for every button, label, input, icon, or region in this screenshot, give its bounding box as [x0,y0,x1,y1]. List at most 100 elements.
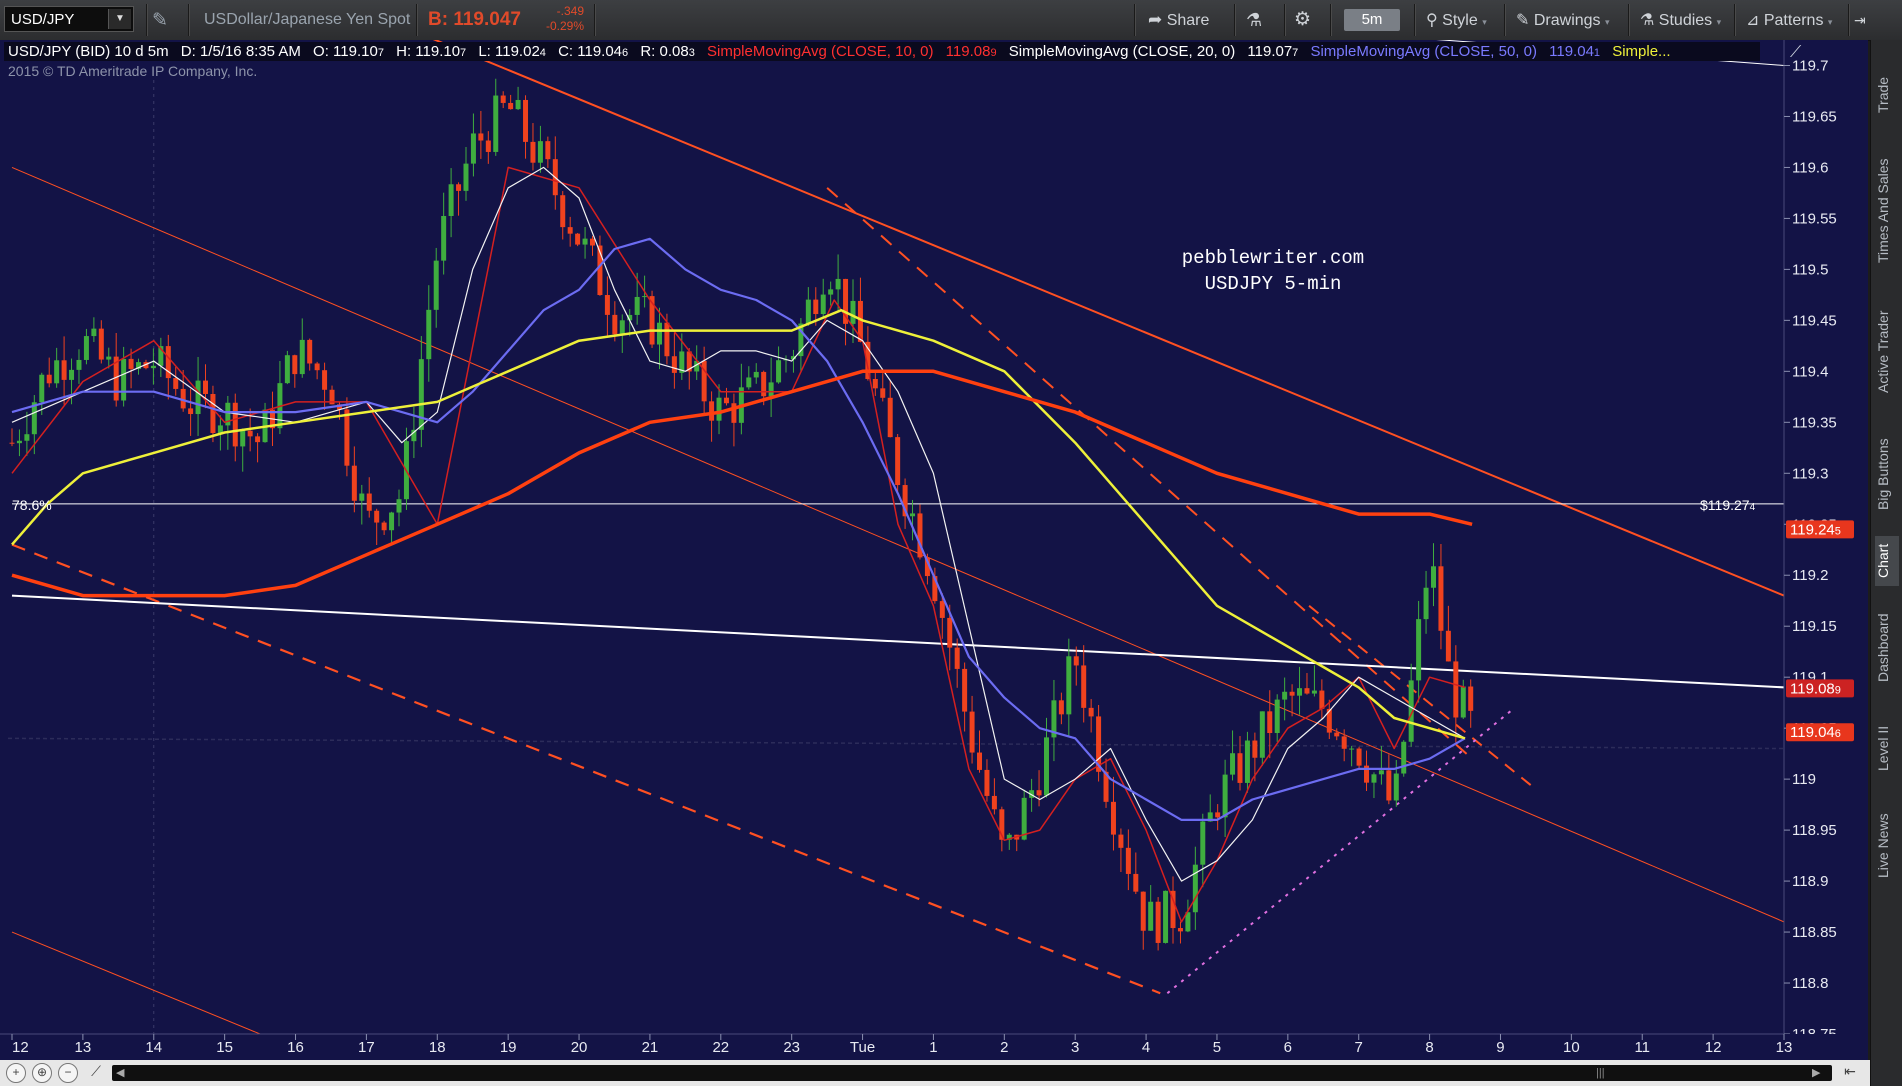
candle-down [344,409,350,466]
candle-up [16,440,22,444]
sma20-label[interactable]: SimpleMovingAvg (CLOSE, 20, 0) [1009,43,1236,60]
separator [1330,4,1332,36]
header-date: D: 1/5/16 8:35 AM [181,43,301,60]
sma10-value: 119.08 [946,43,991,60]
candle-down [485,140,491,152]
separator [1628,4,1630,36]
candle-down [880,388,886,398]
drawings-button[interactable]: ✎ Drawings ▾ [1516,10,1610,30]
price-tag-value: 119.04 [1790,724,1835,741]
candle-up [448,184,454,216]
side-tab-trade[interactable]: Trade [1875,60,1899,130]
y-tick-label: 119.4 [1792,363,1828,380]
candle-down [545,141,551,160]
header-low: L: 119.02 [478,43,539,60]
candle-down [1215,812,1221,818]
style-button[interactable]: ⚲ Style ▾ [1426,10,1487,30]
symbol-dropdown-icon[interactable]: ▼ [108,9,131,29]
candle-up [642,296,648,298]
candle-up [83,336,89,360]
side-tab-chart[interactable]: Chart [1875,536,1899,586]
candle-down [664,322,670,357]
sma10-label[interactable]: SimpleMovingAvg (CLOSE, 10, 0) [707,43,934,60]
link-icon[interactable]: ✎ [152,9,168,32]
candle-down [456,184,462,191]
candle-up [284,355,290,384]
timeframe-selector[interactable]: 5m [1344,9,1400,31]
scroll-left-icon[interactable]: ◀ [116,1065,124,1081]
sma50-label[interactable]: SimpleMovingAvg (CLOSE, 50, 0) [1310,43,1537,60]
header-range-small: 3 [689,47,695,59]
symbol-selector[interactable]: USD/JPY ▼ [4,6,134,32]
candle-up [359,493,365,501]
sma-more-label[interactable]: Simple... [1612,43,1670,60]
side-tab-live-news[interactable]: Live News [1875,796,1899,896]
y-tick-label: 119.35 [1792,414,1837,431]
x-tick-label: 18 [429,1039,446,1056]
x-tick-label: 23 [783,1039,800,1056]
patterns-button[interactable]: ⊿ Patterns ▾ [1746,10,1832,30]
share-button[interactable]: ➦ Share [1148,10,1209,30]
scroll-thumb-grip-icon[interactable]: ||| [1596,1065,1605,1081]
candle-down [128,358,134,369]
x-tick-label: 20 [571,1039,588,1056]
chart-settings-icon[interactable]: ⟋ [1790,44,1802,61]
candle-down [1319,690,1325,709]
change-value: -.349 [556,4,585,18]
side-tab-dashboard[interactable]: Dashboard [1875,596,1899,700]
zoom-out-icon[interactable]: − [58,1063,78,1083]
share-icon: ➦ [1148,10,1163,29]
candle-down [61,360,67,380]
header-symbol-info: USD/JPY (BID) 10 d 5m [8,43,169,60]
candle-down [1252,740,1258,758]
candle-down [247,430,253,437]
candle-up [463,163,469,191]
candle-up [150,365,156,369]
zoom-in-icon[interactable]: + [6,1063,26,1083]
x-tick-label: 9 [1496,1039,1504,1056]
candle-down [1341,736,1347,749]
x-tick-label: 14 [145,1039,162,1056]
chart-area[interactable]: 119.7 119.65 119.6 119.55 119.5 119.45 119.4 11… [0,40,1868,1060]
candle-down [560,195,566,228]
time-scrollbar[interactable]: ◀ ||| ▶ [112,1065,1832,1081]
candle-up [1371,774,1377,783]
candle-up [776,360,782,383]
candle-up [24,434,30,441]
patterns-icon: ⊿ [1746,12,1760,29]
x-tick-label: 10 [1563,1039,1580,1056]
x-tick-label: 13 [75,1039,92,1056]
candle-down [1386,770,1392,801]
separator [1234,4,1236,36]
candle-down [1177,928,1183,932]
sma20-value-small: 7 [1292,47,1298,59]
candle-up [217,425,223,434]
candle-down [1289,691,1295,696]
candle-down [1445,630,1451,662]
header-open: O: 119.10 [313,43,378,60]
fit-icon[interactable]: ⇤ [1840,1063,1860,1083]
flask-icon[interactable]: ⚗ [1246,10,1262,31]
x-tick-label: 2 [1000,1039,1008,1056]
gear-icon[interactable]: ⚙ [1294,8,1311,31]
studies-button[interactable]: ⚗ Studies ▾ [1640,10,1721,30]
y-tick-label: 119.15 [1792,618,1837,635]
scroll-right-icon[interactable]: ▶ [1812,1065,1820,1081]
candle-down [1036,790,1042,796]
side-tab-times-and-sales[interactable]: Times And Sales [1875,136,1899,286]
side-tab-big-buttons[interactable]: Big Buttons [1875,418,1899,530]
candle-down [1088,707,1094,717]
candle-down [255,436,261,443]
side-tab-active-trader[interactable]: Active Trader [1875,292,1899,412]
candle-down [322,370,328,390]
zoom-magnify-icon[interactable]: ⊕ [32,1063,52,1083]
x-tick-label: 5 [1213,1039,1221,1056]
candle-down [351,465,357,501]
candle-up [910,513,916,517]
header-close: C: 119.04 [558,43,622,60]
side-tab-level-ii[interactable]: Level II [1875,706,1899,790]
pan-icon[interactable]: ⟋ [86,1063,106,1083]
candle-up [299,339,305,375]
collapse-panel-icon[interactable]: ⇥ [1854,12,1866,29]
price-chart[interactable]: 119.7119.65119.6119.55119.5119.45119.411… [0,40,1868,1060]
